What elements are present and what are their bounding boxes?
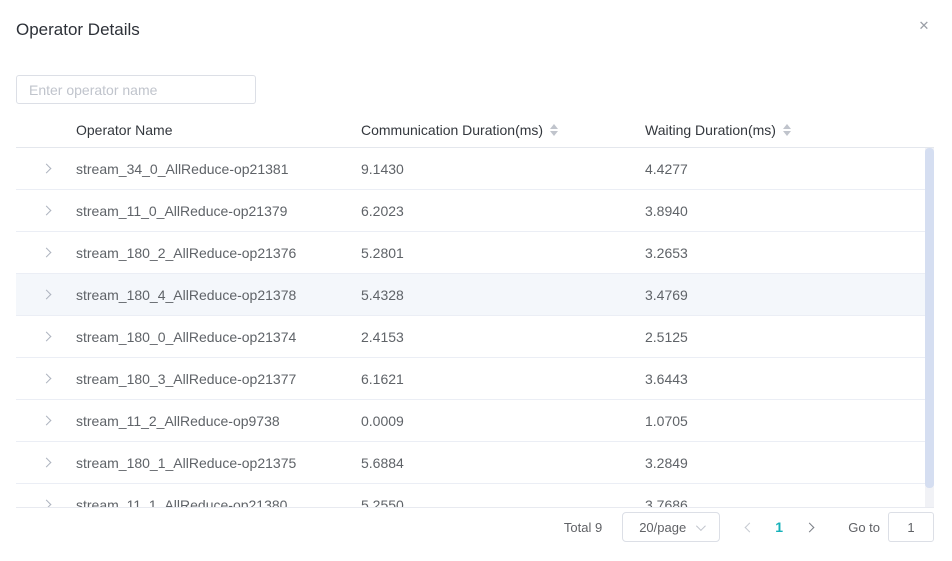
- table-row: stream_180_2_AllReduce-op213765.28013.26…: [16, 232, 934, 274]
- next-page-button[interactable]: [794, 512, 824, 542]
- communication-duration-cell: 5.2801: [361, 245, 645, 261]
- close-icon[interactable]: ✕: [914, 16, 934, 36]
- goto-label: Go to: [848, 520, 880, 535]
- total-count-label: Total 9: [564, 520, 602, 535]
- waiting-duration-cell: 1.0705: [645, 413, 934, 429]
- chevron-right-icon: [41, 290, 51, 300]
- operator-name-cell: stream_180_2_AllReduce-op21376: [76, 245, 361, 261]
- waiting-duration-cell: 3.7686: [645, 497, 934, 509]
- column-header-label: Operator Name: [76, 122, 172, 138]
- chevron-right-icon: [41, 416, 51, 426]
- waiting-duration-cell: 3.2849: [645, 455, 934, 471]
- chevron-right-icon: [41, 458, 51, 468]
- operator-name-cell: stream_34_0_AllReduce-op21381: [76, 161, 361, 177]
- page-title: Operator Details: [16, 20, 140, 40]
- expand-row-button[interactable]: [16, 400, 76, 441]
- expand-row-button[interactable]: [16, 274, 76, 315]
- table-row: stream_180_3_AllReduce-op213776.16213.64…: [16, 358, 934, 400]
- goto-page-input[interactable]: [888, 512, 934, 542]
- page-size-value: 20/page: [639, 520, 686, 535]
- vertical-scrollbar[interactable]: [925, 148, 934, 507]
- scrollbar-thumb[interactable]: [925, 148, 934, 488]
- current-page-number[interactable]: 1: [764, 519, 794, 535]
- chevron-right-icon: [41, 500, 51, 508]
- table-row: stream_11_1_AllReduce-op213805.25503.768…: [16, 484, 934, 508]
- column-header-label: Communication Duration(ms): [361, 122, 543, 138]
- prev-page-button[interactable]: [734, 512, 764, 542]
- operator-name-cell: stream_180_3_AllReduce-op21377: [76, 371, 361, 387]
- chevron-right-icon: [41, 206, 51, 216]
- waiting-duration-cell: 3.6443: [645, 371, 934, 387]
- page-size-select[interactable]: 20/page: [622, 512, 720, 542]
- chevron-left-icon: [744, 522, 754, 532]
- communication-duration-cell: 2.4153: [361, 329, 645, 345]
- table-body: stream_34_0_AllReduce-op213819.14304.427…: [16, 148, 934, 508]
- chevron-right-icon: [41, 248, 51, 258]
- expand-row-button[interactable]: [16, 316, 76, 357]
- chevron-right-icon: [41, 332, 51, 342]
- operator-name-cell: stream_180_4_AllReduce-op21378: [76, 287, 361, 303]
- expand-row-button[interactable]: [16, 232, 76, 273]
- chevron-down-icon: [696, 521, 706, 531]
- operator-name-cell: stream_180_0_AllReduce-op21374: [76, 329, 361, 345]
- table-row: stream_34_0_AllReduce-op213819.14304.427…: [16, 148, 934, 190]
- operator-name-cell: stream_180_1_AllReduce-op21375: [76, 455, 361, 471]
- column-header-communication-duration: Communication Duration(ms): [361, 122, 645, 138]
- waiting-duration-cell: 3.2653: [645, 245, 934, 261]
- waiting-duration-cell: 4.4277: [645, 161, 934, 177]
- waiting-duration-cell: 2.5125: [645, 329, 934, 345]
- search-input[interactable]: [16, 75, 256, 104]
- waiting-duration-cell: 3.4769: [645, 287, 934, 303]
- table-row: stream_180_0_AllReduce-op213742.41532.51…: [16, 316, 934, 358]
- chevron-right-icon: [41, 164, 51, 174]
- communication-duration-cell: 0.0009: [361, 413, 645, 429]
- communication-duration-cell: 6.1621: [361, 371, 645, 387]
- operator-name-cell: stream_11_1_AllReduce-op21380: [76, 497, 361, 509]
- communication-duration-cell: 9.1430: [361, 161, 645, 177]
- expand-row-button[interactable]: [16, 358, 76, 399]
- communication-duration-cell: 5.4328: [361, 287, 645, 303]
- sort-icon[interactable]: [783, 124, 791, 136]
- column-header-label: Waiting Duration(ms): [645, 122, 776, 138]
- table-header-row: Operator Name Communication Duration(ms)…: [16, 112, 934, 148]
- expand-row-button[interactable]: [16, 442, 76, 483]
- table-row: stream_11_0_AllReduce-op213796.20233.894…: [16, 190, 934, 232]
- chevron-right-icon: [804, 522, 814, 532]
- communication-duration-cell: 6.2023: [361, 203, 645, 219]
- expand-row-button[interactable]: [16, 484, 76, 508]
- sort-icon[interactable]: [550, 124, 558, 136]
- waiting-duration-cell: 3.8940: [645, 203, 934, 219]
- column-header-waiting-duration: Waiting Duration(ms): [645, 122, 934, 138]
- expand-row-button[interactable]: [16, 148, 76, 189]
- table-row: stream_180_1_AllReduce-op213755.68843.28…: [16, 442, 934, 484]
- expand-row-button[interactable]: [16, 190, 76, 231]
- operator-table: Operator Name Communication Duration(ms)…: [16, 112, 934, 508]
- operator-name-cell: stream_11_0_AllReduce-op21379: [76, 203, 361, 219]
- table-row: stream_180_4_AllReduce-op213785.43283.47…: [16, 274, 934, 316]
- communication-duration-cell: 5.2550: [361, 497, 645, 509]
- column-header-operator-name: Operator Name: [76, 122, 361, 138]
- operator-name-cell: stream_11_2_AllReduce-op9738: [76, 413, 361, 429]
- table-row: stream_11_2_AllReduce-op97380.00091.0705: [16, 400, 934, 442]
- chevron-right-icon: [41, 374, 51, 384]
- operator-details-dialog: Operator Details ✕ Operator Name Communi…: [0, 0, 952, 561]
- pagination-bar: Total 9 20/page 1 Go to: [564, 512, 934, 542]
- communication-duration-cell: 5.6884: [361, 455, 645, 471]
